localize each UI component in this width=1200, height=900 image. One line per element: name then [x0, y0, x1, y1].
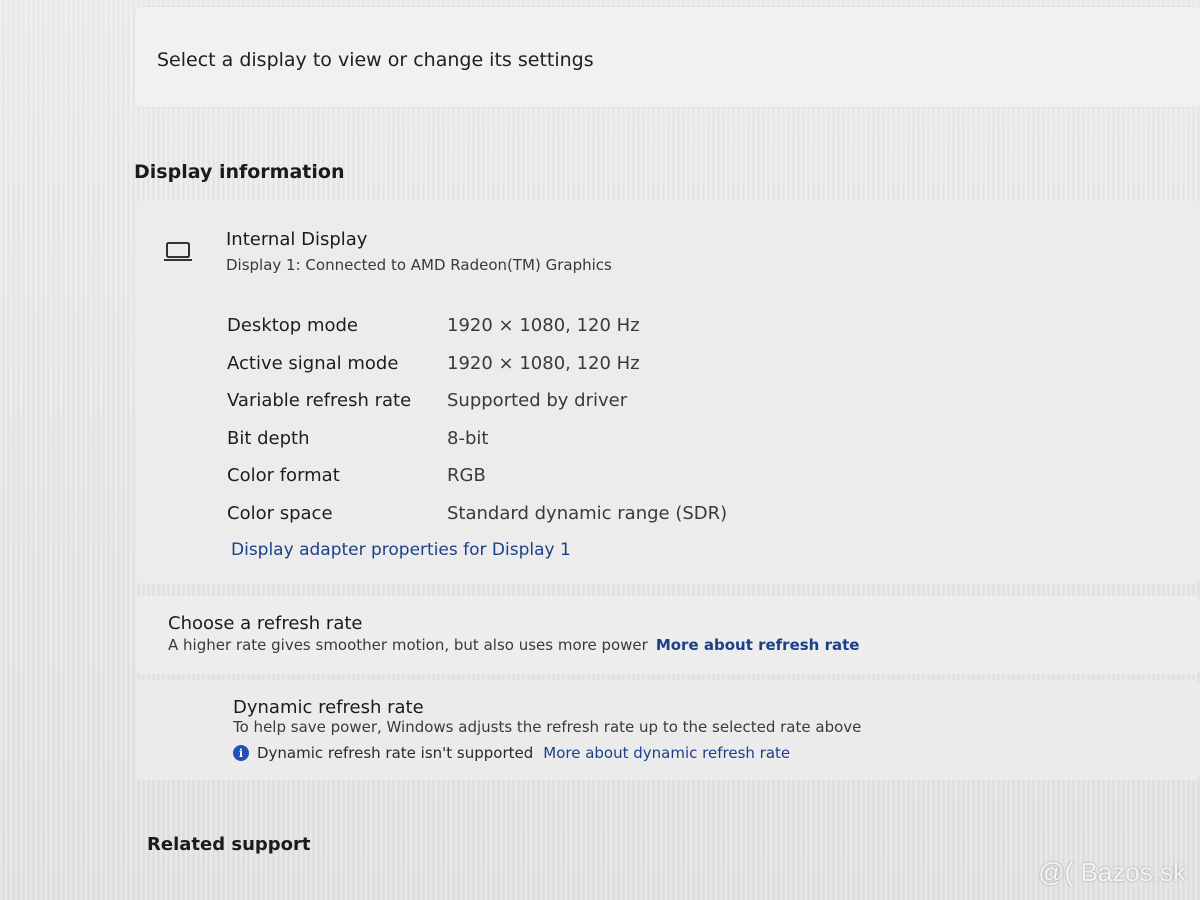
- refresh-rate-card: [136, 596, 1200, 674]
- display-subtitle: Display 1: Connected to AMD Radeon(TM) G…: [226, 256, 612, 274]
- select-display-text: Select a display to view or change its s…: [157, 49, 594, 71]
- display-information-heading: Display information: [134, 161, 345, 183]
- refresh-rate-title: Choose a refresh rate: [168, 613, 363, 634]
- monitor-icon: [164, 242, 192, 261]
- property-row-variable-refresh-rate: Variable refresh rate Supported by drive…: [227, 390, 827, 428]
- property-label: Desktop mode: [227, 315, 359, 336]
- more-about-dynamic-refresh-rate-link[interactable]: More about dynamic refresh rate: [543, 744, 790, 762]
- property-label: Color space: [227, 502, 333, 524]
- related-support-heading: Related support: [147, 834, 311, 855]
- property-row-color-space: Color space Standard dynamic range (SDR): [227, 503, 827, 541]
- display-name: Internal Display: [226, 229, 368, 250]
- property-row-desktop-mode: Desktop mode 1920 × 1080, 120 Hz: [227, 315, 827, 353]
- info-icon: i: [233, 745, 249, 761]
- refresh-rate-description: A higher rate gives smoother motion, but…: [168, 636, 648, 654]
- property-value: 8-bit: [447, 427, 489, 449]
- select-display-card[interactable]: Select a display to view or change its s…: [134, 6, 1200, 108]
- dynamic-refresh-rate-title: Dynamic refresh rate: [233, 697, 424, 718]
- property-row-bit-depth: Bit depth 8-bit: [227, 428, 827, 466]
- display-properties-list: Desktop mode 1920 × 1080, 120 Hz Active …: [227, 315, 827, 540]
- property-value: Supported by driver: [447, 390, 628, 411]
- dynamic-refresh-status-row: i Dynamic refresh rate isn't supported M…: [233, 744, 790, 762]
- display-adapter-properties-link[interactable]: Display adapter properties for Display 1: [231, 540, 571, 560]
- dynamic-refresh-rate-description: To help save power, Windows adjusts the …: [233, 718, 862, 736]
- property-value: Standard dynamic range (SDR): [447, 502, 728, 524]
- property-value: 1920 × 1080, 120 Hz: [447, 352, 640, 374]
- property-label: Variable refresh rate: [227, 390, 412, 411]
- dynamic-refresh-status-text: Dynamic refresh rate isn't supported: [257, 744, 534, 762]
- property-label: Bit depth: [227, 427, 310, 449]
- property-value: 1920 × 1080, 120 Hz: [447, 315, 640, 336]
- property-label: Color format: [227, 465, 340, 486]
- property-row-color-format: Color format RGB: [227, 465, 827, 503]
- refresh-rate-description-row: A higher rate gives smoother motion, but…: [168, 636, 859, 654]
- watermark: @( Bazos.sk: [1038, 857, 1186, 887]
- property-row-active-signal-mode: Active signal mode 1920 × 1080, 120 Hz: [227, 353, 827, 391]
- property-label: Active signal mode: [227, 352, 399, 374]
- settings-screen: Select a display to view or change its s…: [0, 0, 1200, 900]
- property-value: RGB: [447, 465, 486, 486]
- more-about-refresh-rate-link[interactable]: More about refresh rate: [656, 636, 860, 654]
